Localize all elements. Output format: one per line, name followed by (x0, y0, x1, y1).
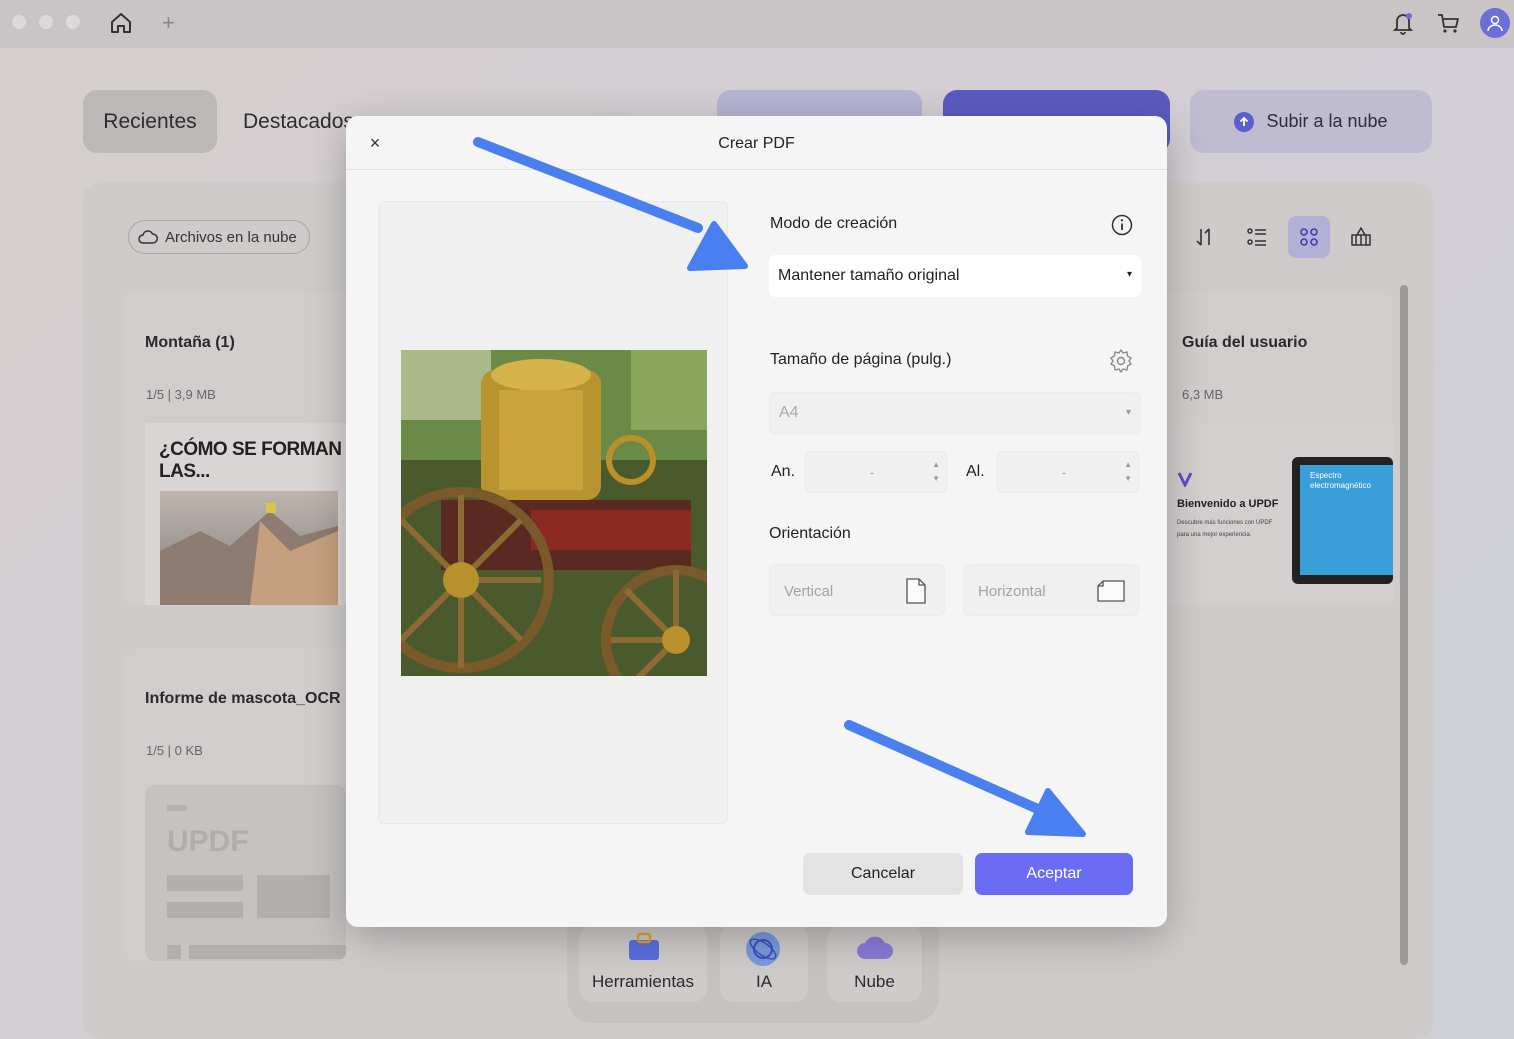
bell-icon[interactable] (1388, 8, 1418, 38)
scrollbar-thumb[interactable] (1400, 285, 1408, 965)
portrait-page-icon (906, 578, 926, 604)
laptop-screen-content: Espectro electromagnético (1300, 465, 1393, 575)
thumbnail-bar (167, 875, 243, 891)
scrollbar[interactable] (1398, 285, 1410, 965)
create-pdf-dialog: × Crear PDF Modo de creación Mantener ta… (346, 116, 1167, 927)
orientation-vertical-label: Vertical (784, 583, 834, 600)
creation-mode-value: Mantener tamaño original (778, 267, 960, 284)
cloud-outline-icon (138, 230, 158, 244)
chevron-down-icon: ▾ (1125, 407, 1131, 418)
preview-panel (378, 201, 728, 824)
chevron-down-icon: ▾ (1126, 269, 1132, 280)
orientation-horizontal[interactable]: Horizontal (963, 564, 1139, 616)
thumbnail-bar (167, 945, 181, 959)
clear-basket-icon[interactable] (1340, 216, 1382, 258)
page-size-value: A4 (779, 404, 799, 421)
window-zoom-dot[interactable] (66, 15, 80, 29)
thumbnail-bar (189, 945, 346, 959)
thumbnail-body: Descubre más funciones con UPDF para una… (1177, 520, 1273, 538)
upload-arrow-icon (1234, 111, 1255, 132)
creation-mode-label: Modo de creación (770, 215, 898, 232)
thumbnail-heading: ¿CÓMO SE FORMAN LAS... (159, 439, 342, 482)
sort-icon[interactable] (1184, 216, 1226, 258)
updf-logo-icon (1177, 471, 1193, 489)
landscape-page-icon (1097, 580, 1125, 602)
thumbnail-bar (167, 805, 187, 811)
thumbnail-heading: Bienvenido a UPDF (1177, 498, 1279, 510)
cloud-files-label: Archivos en la nube (165, 228, 297, 246)
title-bar: + (0, 0, 1514, 48)
height-label: Al. (966, 463, 985, 480)
stepper-up-icon[interactable]: ▲ (1124, 460, 1132, 469)
dialog-header: × Crear PDF (346, 116, 1167, 170)
upload-cloud-button[interactable]: Subir a la nube (1190, 90, 1432, 153)
grid-view-icon[interactable] (1288, 216, 1330, 258)
file-meta: 1/5 | 3,9 MB (146, 387, 216, 402)
window-minimize-dot[interactable] (39, 15, 53, 29)
orientation-horizontal-label: Horizontal (978, 583, 1046, 600)
thumbnail-block (257, 875, 330, 918)
file-thumbnail: Bienvenido a UPDF Descubre más funciones… (1165, 423, 1393, 605)
page-size-label: Tamaño de página (pulg.) (770, 351, 952, 368)
dialog-title: Crear PDF (718, 135, 795, 152)
tab-destacados[interactable]: Destacados (243, 90, 354, 153)
file-title: Informe de mascota_OCR (145, 690, 341, 707)
stepper-up-icon[interactable]: ▲ (932, 460, 940, 469)
stepper-down-icon[interactable]: ▼ (1124, 474, 1132, 483)
toolbox-icon (627, 930, 661, 967)
orientation-vertical[interactable]: Vertical (769, 564, 945, 616)
thumbnail-logo-text: UPDF (167, 825, 249, 858)
mountain-image (160, 491, 338, 605)
cart-icon[interactable] (1433, 8, 1463, 38)
file-title: Guía del usuario (1182, 334, 1308, 351)
accept-button[interactable]: Aceptar (975, 853, 1133, 895)
height-stepper[interactable]: - ▲ ▼ (997, 451, 1139, 493)
cancel-button[interactable]: Cancelar (803, 853, 963, 895)
file-meta: 1/5 | 0 KB (146, 743, 203, 758)
user-avatar-icon[interactable] (1480, 8, 1510, 38)
ai-icon (744, 930, 782, 973)
thumbnail-bar (167, 902, 243, 918)
height-value: - (1061, 464, 1067, 480)
screen-heading: Espectro electromagnético (1310, 471, 1371, 490)
nav-herramientas-label: Herramientas (591, 972, 695, 991)
laptop-screen: Espectro electromagnético (1292, 457, 1393, 584)
nav-nube-label: Nube (854, 972, 895, 991)
width-value: - (869, 464, 875, 480)
file-meta: 6,3 MB (1182, 387, 1224, 402)
tab-recientes[interactable]: Recientes (83, 90, 217, 153)
file-thumbnail: ¿CÓMO SE FORMAN LAS... (145, 423, 346, 605)
info-icon[interactable] (1110, 213, 1134, 237)
nav-ia-label: IA (755, 972, 773, 991)
width-stepper[interactable]: - ▲ ▼ (805, 451, 947, 493)
width-label: An. (771, 463, 796, 480)
gear-icon[interactable] (1108, 348, 1134, 374)
orientation-label: Orientación (769, 525, 851, 542)
stepper-down-icon[interactable]: ▼ (932, 474, 940, 483)
cloud-files-button[interactable]: Archivos en la nube (128, 220, 310, 254)
upload-cloud-label: Subir a la nube (1266, 111, 1388, 131)
home-icon[interactable] (106, 8, 136, 38)
new-tab-plus-icon[interactable]: + (162, 10, 175, 36)
page-size-select[interactable]: A4 ▾ (769, 392, 1141, 434)
creation-mode-select[interactable]: Mantener tamaño original ▾ (769, 255, 1141, 297)
preview-image (401, 350, 707, 676)
file-thumbnail: UPDF (145, 785, 346, 961)
list-view-icon[interactable] (1236, 216, 1278, 258)
window-close-dot[interactable] (12, 15, 26, 29)
file-title: Montaña (1) (145, 334, 235, 351)
cloud-icon (855, 933, 895, 966)
